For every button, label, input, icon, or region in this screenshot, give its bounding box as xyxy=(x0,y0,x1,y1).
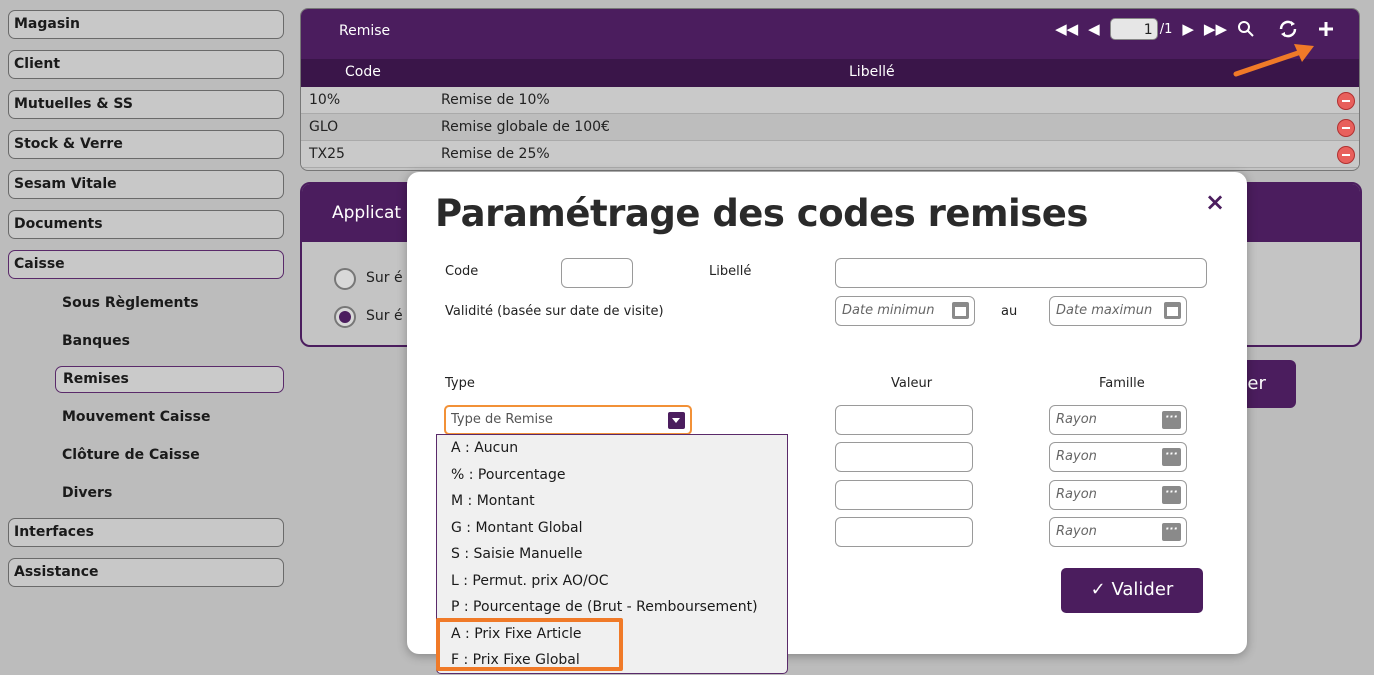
valeur-label: Valeur xyxy=(891,376,933,391)
date-max-placeholder: Date maximun xyxy=(1056,303,1153,318)
type-label: Type xyxy=(445,376,475,391)
refresh-icon[interactable] xyxy=(1277,20,1299,38)
row-libelle: Remise de 25% xyxy=(441,146,550,162)
close-icon[interactable]: × xyxy=(1205,188,1225,216)
dropdown-option[interactable]: G : Montant Global xyxy=(437,515,787,542)
sidebar-item-assistance[interactable]: Assistance xyxy=(8,558,284,587)
add-icon[interactable] xyxy=(1317,20,1335,38)
prev-page-icon[interactable]: ◀ xyxy=(1088,20,1100,38)
sidebar-subitem-cloture-caisse[interactable]: Clôture de Caisse xyxy=(8,442,284,469)
sidebar-item-stock-verre[interactable]: Stock & Verre xyxy=(8,130,284,159)
more-icon[interactable]: ··· xyxy=(1162,411,1181,429)
next-page-icon[interactable]: ▶ xyxy=(1182,20,1194,38)
famille-label: Famille xyxy=(1099,376,1145,391)
famille-input-1[interactable]: Rayon ··· xyxy=(1049,405,1187,435)
grid-column-header: Code Libellé xyxy=(301,59,1359,87)
validite-label: Validité (basée sur date de visite) xyxy=(445,304,664,319)
sidebar-item-caisse[interactable]: Caisse xyxy=(8,250,284,279)
sidebar-subitem-remises[interactable]: Remises xyxy=(55,366,284,393)
row-libelle: Remise globale de 100€ xyxy=(441,119,610,135)
famille-input-3[interactable]: Rayon ··· xyxy=(1049,480,1187,510)
annotation-highlight-box xyxy=(436,618,623,671)
column-libelle[interactable]: Libellé xyxy=(849,64,895,80)
calendar-icon[interactable] xyxy=(952,302,969,319)
calendar-icon[interactable] xyxy=(1164,302,1181,319)
row-code: 10% xyxy=(309,92,341,108)
row-code: TX25 xyxy=(309,146,345,162)
more-icon[interactable]: ··· xyxy=(1162,486,1181,504)
radio-option-1[interactable] xyxy=(334,268,356,290)
valeur-input-4[interactable] xyxy=(835,517,973,547)
table-row[interactable]: TX25 Remise de 25% xyxy=(301,141,1359,168)
first-page-icon[interactable]: ◀◀ xyxy=(1055,20,1078,38)
date-max-input[interactable]: Date maximun xyxy=(1049,296,1187,326)
table-row[interactable]: 10% Remise de 10% xyxy=(301,87,1359,114)
table-row[interactable]: GLO Remise globale de 100€ xyxy=(301,114,1359,141)
discount-code-modal: Paramétrage des codes remises × Code Lib… xyxy=(407,172,1247,674)
sidebar-subitem-sous-reglements[interactable]: Sous Règlements xyxy=(8,290,284,317)
more-icon[interactable]: ··· xyxy=(1162,448,1181,466)
delete-icon[interactable] xyxy=(1337,146,1355,164)
pager: ◀◀ ◀ 1 /1 ▶ ▶▶ xyxy=(1055,18,1335,40)
sidebar-nav: Magasin Client Mutuelles & SS Stock & Ve… xyxy=(8,10,284,598)
date-min-placeholder: Date minimun xyxy=(842,303,935,318)
famille-input-4[interactable]: Rayon ··· xyxy=(1049,517,1187,547)
famille-input-2[interactable]: Rayon ··· xyxy=(1049,442,1187,472)
date-min-input[interactable]: Date minimun xyxy=(835,296,975,326)
rayon-placeholder: Rayon xyxy=(1056,487,1097,502)
rayon-placeholder: Rayon xyxy=(1056,449,1097,464)
grid-header: Remise ◀◀ ◀ 1 /1 ▶ ▶▶ Code Libellé xyxy=(301,9,1359,87)
sidebar-item-interfaces[interactable]: Interfaces xyxy=(8,518,284,547)
rayon-placeholder: Rayon xyxy=(1056,524,1097,539)
modal-title: Paramétrage des codes remises xyxy=(435,192,1088,235)
sidebar-item-client[interactable]: Client xyxy=(8,50,284,79)
sidebar-item-sesam-vitale[interactable]: Sesam Vitale xyxy=(8,170,284,199)
sidebar-subitem-banques[interactable]: Banques xyxy=(8,328,284,355)
valeur-input-2[interactable] xyxy=(835,442,973,472)
sidebar-subitem-divers[interactable]: Divers xyxy=(8,480,284,507)
grid-rows: 10% Remise de 10% GLO Remise globale de … xyxy=(301,87,1359,168)
page-total: /1 xyxy=(1159,21,1173,37)
radio-option-1-label: Sur é xyxy=(366,270,403,286)
dropdown-option[interactable]: A : Aucun xyxy=(437,435,787,462)
libelle-label: Libellé xyxy=(709,264,752,279)
valeur-input-3[interactable] xyxy=(835,480,973,510)
valeur-input-1[interactable] xyxy=(835,405,973,435)
page-input[interactable]: 1 xyxy=(1109,18,1158,40)
code-label: Code xyxy=(445,264,479,279)
row-code: GLO xyxy=(309,119,339,135)
dropdown-option[interactable]: M : Montant xyxy=(437,488,787,515)
sidebar-item-magasin[interactable]: Magasin xyxy=(8,10,284,39)
code-input[interactable] xyxy=(561,258,633,288)
dropdown-option[interactable]: % : Pourcentage xyxy=(437,462,787,489)
sidebar-subitem-mouvement-caisse[interactable]: Mouvement Caisse xyxy=(8,404,284,431)
last-page-icon[interactable]: ▶▶ xyxy=(1204,20,1227,38)
sidebar-item-documents[interactable]: Documents xyxy=(8,210,284,239)
type-remise-value: Type de Remise xyxy=(451,412,553,427)
radio-option-2-label: Sur é xyxy=(366,308,403,324)
delete-icon[interactable] xyxy=(1337,119,1355,137)
remise-grid: Remise ◀◀ ◀ 1 /1 ▶ ▶▶ Code Libellé 10% R… xyxy=(300,8,1360,171)
search-icon[interactable] xyxy=(1237,20,1255,38)
valider-button[interactable]: ✓ Valider xyxy=(1061,568,1203,613)
dropdown-option[interactable]: L : Permut. prix AO/OC xyxy=(437,568,787,595)
au-label: au xyxy=(1001,304,1018,319)
delete-icon[interactable] xyxy=(1337,92,1355,110)
rayon-placeholder: Rayon xyxy=(1056,412,1097,427)
chevron-down-icon[interactable] xyxy=(668,412,685,429)
annotation-arrow-icon xyxy=(1233,44,1314,77)
grid-title: Remise xyxy=(339,23,391,39)
sidebar-item-mutuelles[interactable]: Mutuelles & SS xyxy=(8,90,284,119)
column-code[interactable]: Code xyxy=(345,64,381,80)
dropdown-option[interactable]: S : Saisie Manuelle xyxy=(437,541,787,568)
radio-option-2[interactable] xyxy=(334,306,356,328)
more-icon[interactable]: ··· xyxy=(1162,523,1181,541)
dropdown-option[interactable]: P : Pourcentage de (Brut - Remboursement… xyxy=(437,594,787,621)
libelle-input[interactable] xyxy=(835,258,1207,288)
type-remise-select[interactable]: Type de Remise xyxy=(444,405,692,435)
row-libelle: Remise de 10% xyxy=(441,92,550,108)
